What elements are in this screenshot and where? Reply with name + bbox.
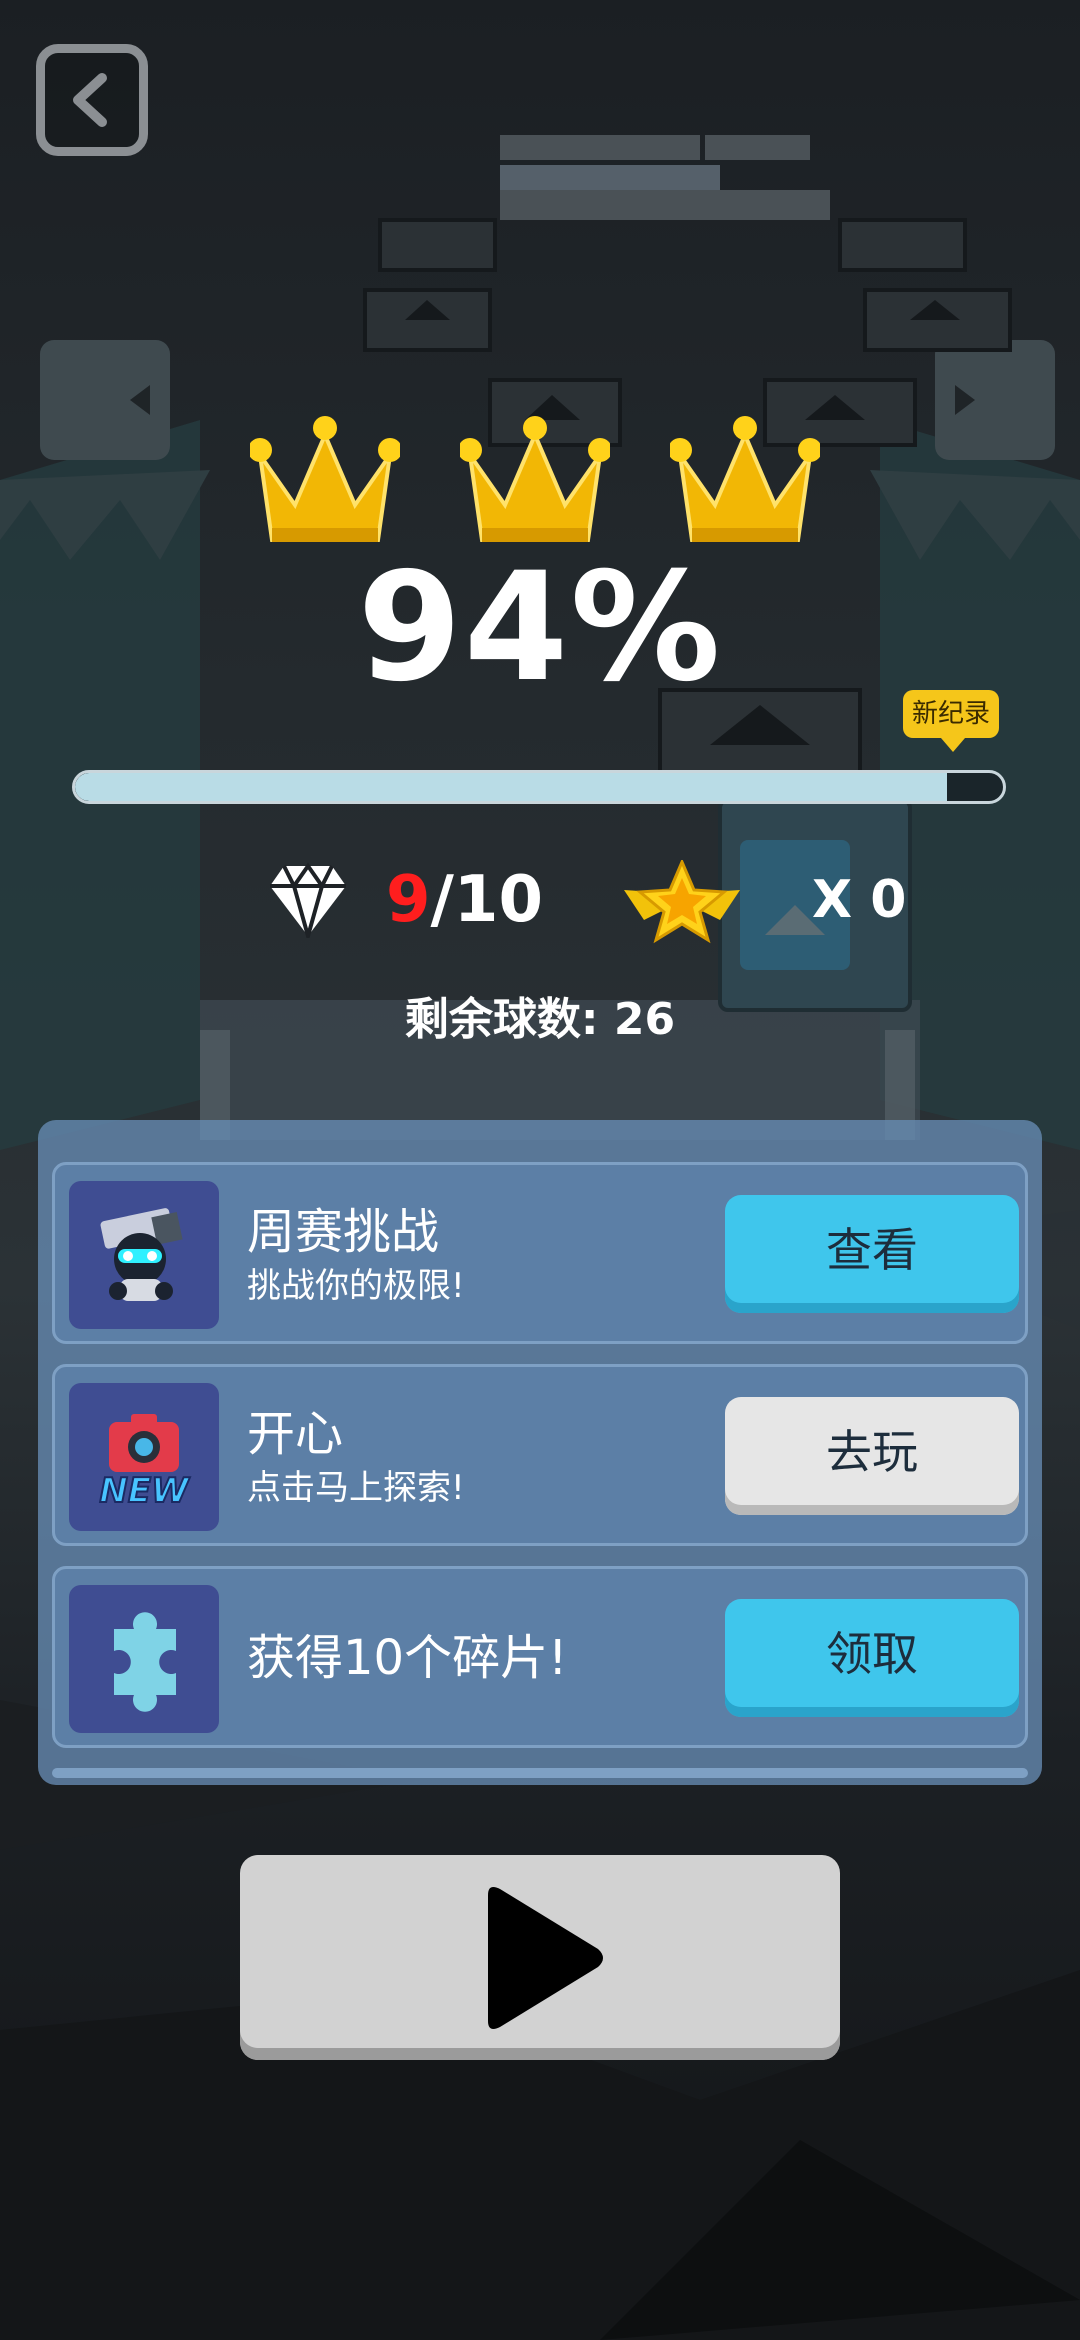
card-subtitle: 点击马上探索!: [247, 1468, 465, 1508]
diamond-icon: [270, 862, 346, 938]
crown-icon: [460, 416, 610, 542]
claim-button[interactable]: 领取: [725, 1599, 1019, 1717]
play-now-button[interactable]: 去玩: [725, 1397, 1019, 1515]
progress-bar: [72, 770, 1006, 804]
card-happy-game: NEW 开心 点击马上探索! 去玩: [52, 1364, 1028, 1546]
crown-icon: [670, 416, 820, 542]
completion-percent: 94%: [357, 541, 723, 715]
robot-icon-graphic: [100, 1208, 183, 1301]
gems-total: /10: [430, 863, 543, 937]
new-badge: NEW: [99, 1471, 190, 1511]
new-record-badge: 新纪录: [903, 690, 999, 752]
gem-counter: 9/10: [386, 850, 543, 950]
winged-star-icon: [624, 860, 740, 944]
play-icon: [488, 1886, 603, 2029]
card-fragments-reward: 获得10个碎片! 领取: [52, 1566, 1028, 1748]
crown-icon: [250, 416, 400, 542]
card-weekly-challenge: 周赛挑战 挑战你的极限! 查看: [52, 1162, 1028, 1344]
back-button[interactable]: [36, 44, 148, 156]
gems-current: 9: [386, 863, 431, 937]
new-game-icon-graphic: NEW: [98, 1414, 191, 1512]
progress-fill: [75, 773, 948, 801]
crown-rating: [250, 410, 830, 550]
puzzle-piece-icon: [69, 1585, 219, 1733]
view-button[interactable]: 查看: [725, 1195, 1019, 1313]
card-title: 开心: [247, 1406, 344, 1462]
card-subtitle: 挑战你的极限!: [247, 1266, 465, 1306]
new-game-icon: NEW: [69, 1383, 219, 1531]
puzzle-piece-icon-graphic: [114, 1612, 176, 1712]
card-title: 获得10个碎片!: [247, 1630, 568, 1686]
stats-row: 9/10 X 0: [0, 850, 1080, 950]
robot-icon: [69, 1181, 219, 1329]
chevron-left-icon: [73, 73, 107, 127]
card-title: 周赛挑战: [247, 1204, 440, 1260]
balls-left-text: 剩余球数: 26: [404, 994, 676, 1045]
star-counter: X 0: [812, 870, 907, 930]
play-button[interactable]: [240, 1855, 840, 2060]
game-result-screen: 94% 新纪录 9/10 X 0 剩余球数: 26 周赛挑战 挑战你的极限! 查…: [0, 0, 1080, 2340]
panel-divider: [52, 1768, 1028, 1778]
offers-panel: 周赛挑战 挑战你的极限! 查看 NEW 开心 点击马上探索! 去玩 获得10个碎…: [38, 1120, 1042, 1785]
